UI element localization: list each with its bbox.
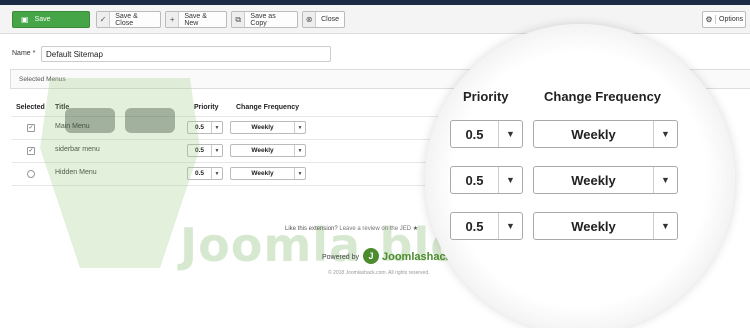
star-icon: ★: [412, 226, 419, 232]
row-checkbox[interactable]: ✓: [27, 124, 35, 132]
joomlashack-logo-icon: J: [363, 248, 379, 264]
lens-frequency-select: Weekly ▼: [533, 212, 678, 240]
col-header-title: Title: [55, 104, 70, 111]
frequency-select[interactable]: Weekly ▼: [230, 167, 306, 180]
chevron-down-icon: ▼: [498, 167, 522, 193]
save-new-button[interactable]: + Save & New: [165, 11, 227, 28]
name-label: Name *: [12, 50, 36, 57]
lens-priority-select: 0.5 ▼: [450, 212, 523, 240]
frequency-select[interactable]: Weekly ▼: [230, 121, 306, 134]
table-row-divider: [12, 139, 442, 140]
save-close-label: Save & Close: [115, 12, 138, 27]
priority-value: 0.5: [194, 147, 205, 154]
chevron-down-icon: ▼: [498, 121, 522, 147]
chevron-down-icon: ▼: [653, 213, 677, 239]
lens-frequency-select: Weekly ▼: [533, 120, 678, 148]
chevron-down-icon: ▼: [653, 121, 677, 147]
save-copy-button[interactable]: ⧉ Save as Copy: [231, 11, 298, 28]
table-row-divider: [12, 162, 442, 163]
chevron-down-icon: ▼: [211, 145, 222, 156]
chevron-down-icon: ▼: [498, 213, 522, 239]
lens-frequency-value: Weekly: [571, 126, 616, 142]
chevron-down-icon: ▼: [653, 167, 677, 193]
frequency-value: Weekly: [251, 124, 274, 131]
check-icon: ✓: [97, 12, 111, 27]
options-label: Options: [719, 16, 744, 23]
table-row-divider: [12, 116, 442, 117]
col-header-frequency: Change Frequency: [236, 104, 300, 111]
gear-icon: ⚙: [703, 15, 716, 24]
toolbar: ▣ Save ✓ Save & Close + Save & New ⧉ Sav…: [0, 5, 750, 34]
close-label: Close: [321, 16, 339, 23]
priority-select[interactable]: 0.5 ▼: [187, 167, 223, 180]
priority-select[interactable]: 0.5 ▼: [187, 144, 223, 157]
copyright-text: © 2018 Joomlashack.com. All rights reser…: [328, 270, 430, 276]
review-prefix: Like this extension?: [285, 226, 338, 232]
copy-icon: ⧉: [232, 12, 246, 27]
chevron-down-icon: ▼: [211, 168, 222, 179]
lens-frequency-value: Weekly: [571, 172, 616, 188]
lens-frequency-value: Weekly: [571, 218, 616, 234]
review-link[interactable]: Leave a review on the JED: [339, 226, 411, 232]
save-new-label: Save & New: [184, 12, 207, 27]
save-icon: ▣: [21, 15, 29, 24]
chevron-down-icon: ▼: [294, 145, 305, 156]
priority-value: 0.5: [194, 124, 205, 131]
chevron-down-icon: ▼: [294, 122, 305, 133]
priority-value: 0.5: [194, 170, 205, 177]
lens-priority-value: 0.5: [465, 172, 484, 188]
close-icon: ⊗: [303, 12, 317, 27]
col-header-selected: Selected: [16, 104, 45, 111]
chevron-down-icon: ▼: [211, 122, 222, 133]
name-input-value: Default Sitemap: [46, 49, 103, 59]
powered-by-label: Powered by: [322, 254, 359, 261]
priority-select[interactable]: 0.5 ▼: [187, 121, 223, 134]
save-label: Save: [34, 16, 51, 23]
row-checkbox[interactable]: [27, 170, 35, 178]
row-title: Main Menu: [55, 123, 90, 130]
save-close-button[interactable]: ✓ Save & Close: [96, 11, 161, 28]
lens-header-frequency: Change Frequency: [544, 89, 662, 104]
brand-name[interactable]: Joomlashack: [382, 251, 452, 263]
tab-selected-menus[interactable]: Selected Menus: [11, 70, 74, 89]
name-input[interactable]: Default Sitemap: [41, 46, 331, 62]
frequency-value: Weekly: [251, 170, 274, 177]
save-copy-label: Save as Copy: [250, 12, 276, 27]
chevron-down-icon: ▼: [294, 168, 305, 179]
lens-priority-value: 0.5: [465, 218, 484, 234]
magnifier-lens: Priority Change Frequency 0.5 ▼ Weekly ▼…: [425, 24, 735, 328]
lens-priority-select: 0.5 ▼: [450, 166, 523, 194]
close-button[interactable]: ⊗ Close: [302, 11, 345, 28]
lens-header-priority: Priority: [463, 89, 509, 104]
review-line: Like this extension? Leave a review on t…: [285, 225, 418, 232]
row-checkbox[interactable]: ✓: [27, 147, 35, 155]
frequency-value: Weekly: [251, 147, 274, 154]
lens-priority-select: 0.5 ▼: [450, 120, 523, 148]
save-button[interactable]: ▣ Save: [12, 11, 90, 28]
row-title: siderbar menu: [55, 146, 100, 153]
frequency-select[interactable]: Weekly ▼: [230, 144, 306, 157]
row-title: Hidden Menu: [55, 169, 97, 176]
col-header-priority: Priority: [194, 104, 219, 111]
lens-frequency-select: Weekly ▼: [533, 166, 678, 194]
options-button[interactable]: ⚙ Options: [702, 11, 746, 28]
lens-priority-value: 0.5: [465, 126, 484, 142]
table-row-divider: [12, 185, 442, 186]
plus-icon: +: [166, 12, 180, 27]
